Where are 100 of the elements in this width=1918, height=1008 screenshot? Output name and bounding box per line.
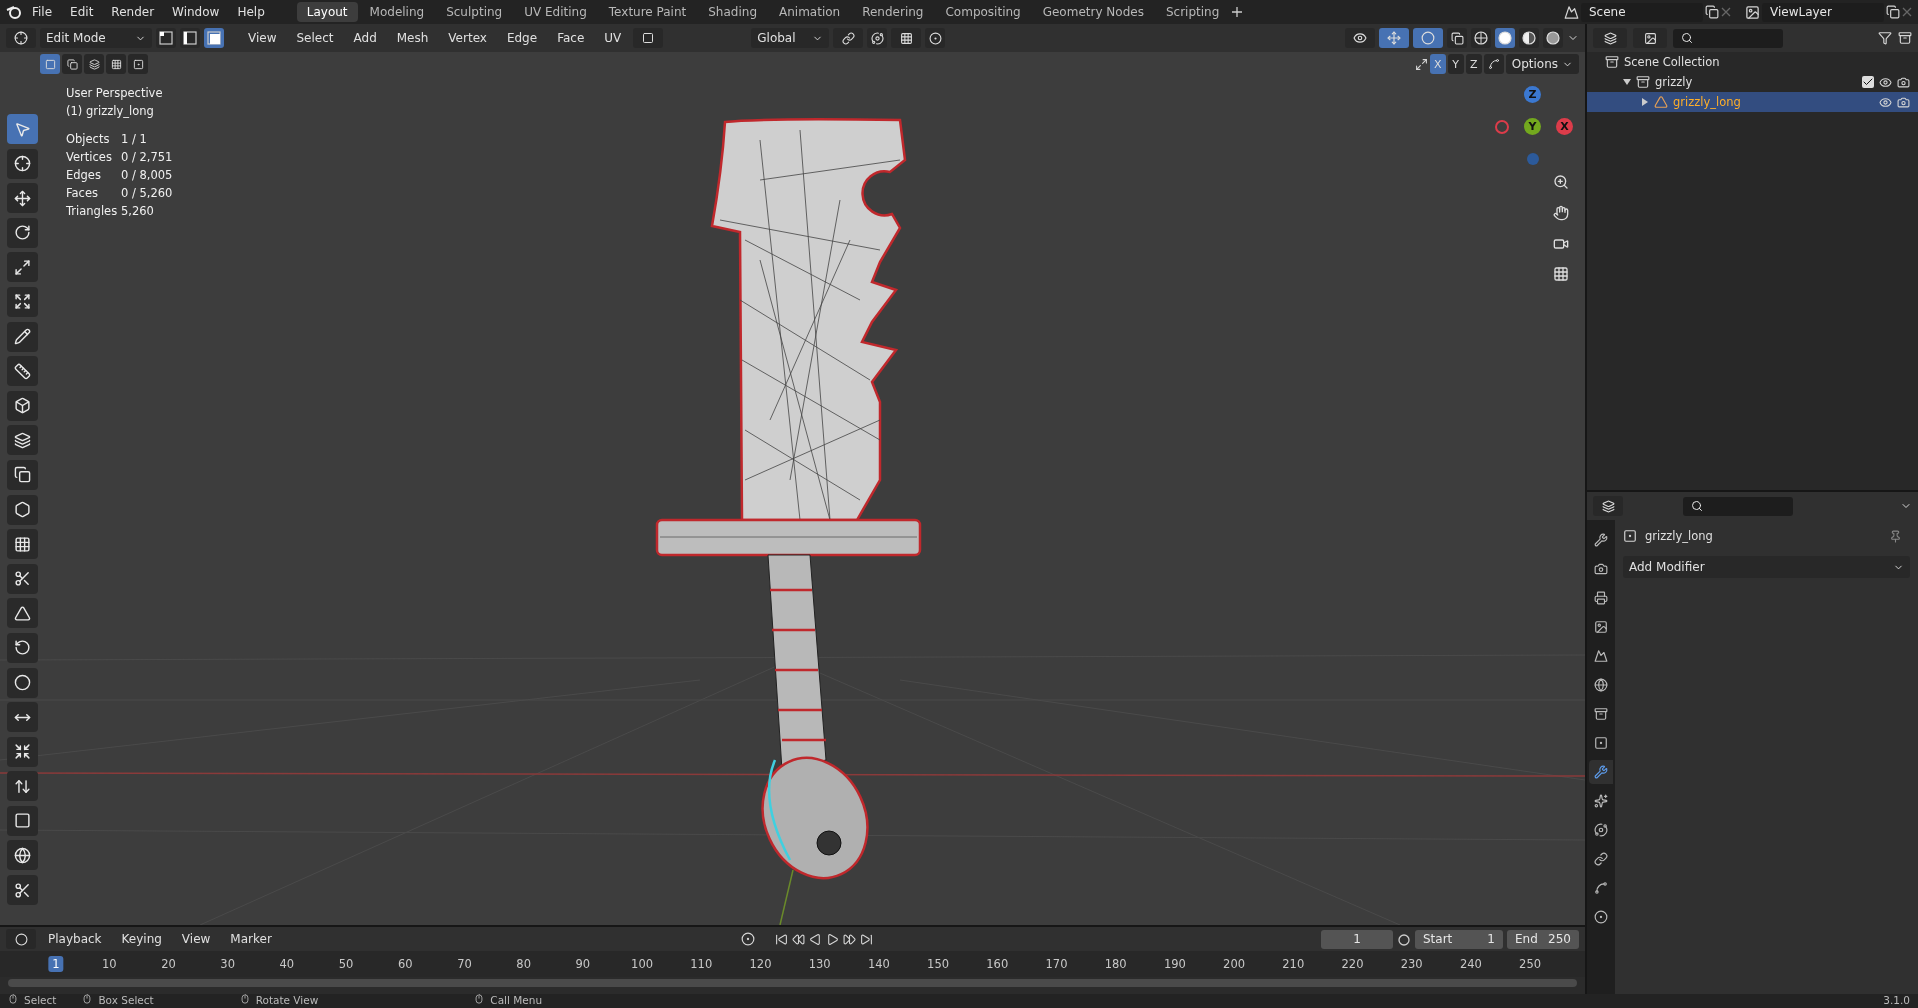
outliner-row[interactable]: Scene Collection [1587, 52, 1918, 72]
workspace-tab[interactable]: Layout [296, 2, 358, 22]
camera-icon[interactable] [1897, 75, 1910, 89]
mode-dropdown[interactable]: Edit Mode [40, 28, 152, 48]
menu-item[interactable]: Edit [62, 3, 102, 21]
editor-type-button[interactable] [6, 28, 36, 48]
timeline-scrollbar[interactable] [8, 979, 1577, 987]
menu-item[interactable]: Window [164, 3, 228, 21]
menu-item[interactable]: UV [596, 29, 630, 47]
editor-type-button[interactable] [1593, 28, 1627, 48]
select-mode-button[interactable] [204, 28, 224, 48]
gizmo-axis[interactable]: Y [1524, 118, 1541, 135]
tool-button[interactable] [7, 598, 38, 629]
proportional-button[interactable] [925, 28, 946, 48]
menu-item[interactable]: Marker [222, 930, 280, 948]
tool-button[interactable] [7, 425, 38, 456]
menu-item[interactable]: View [240, 29, 285, 47]
menu-item[interactable]: Edge [498, 29, 546, 47]
workspace-tab[interactable]: Rendering [852, 2, 934, 22]
menu-item[interactable]: Add [345, 29, 385, 47]
menu-item[interactable]: View [173, 930, 219, 948]
options-dropdown[interactable]: Options [1505, 54, 1579, 74]
workspace-tab[interactable]: Sculpting [436, 2, 513, 22]
gizmo-negative-axis-icon[interactable] [1495, 120, 1509, 134]
tool-button[interactable] [7, 840, 38, 871]
box-select-mode-button[interactable] [106, 54, 126, 74]
pin-icon[interactable] [1889, 529, 1902, 543]
view-layer-field[interactable]: ViewLayer [1762, 2, 1884, 22]
menu-item[interactable]: Face [549, 29, 593, 47]
select-mode-button[interactable] [180, 28, 200, 48]
snap-target-button[interactable] [891, 28, 922, 48]
tool-button[interactable] [7, 875, 38, 906]
snap-button[interactable] [867, 28, 888, 48]
tool-button[interactable] [7, 771, 38, 802]
tool-button[interactable] [7, 356, 38, 387]
close-icon[interactable] [1721, 7, 1731, 17]
tool-button[interactable] [7, 702, 38, 733]
tool-button[interactable] [7, 252, 38, 283]
menu-item[interactable]: Playback [40, 930, 110, 948]
workspace-tab[interactable]: UV Editing [514, 2, 597, 22]
rewind-icon[interactable] [792, 932, 805, 946]
tool-button[interactable] [7, 667, 38, 698]
new-collection-icon[interactable] [1898, 31, 1912, 45]
workspace-tab[interactable]: Texture Paint [598, 2, 697, 22]
properties-tab[interactable] [1589, 760, 1613, 784]
eye-icon[interactable] [1879, 75, 1892, 89]
outliner-row[interactable]: grizzly_long [1587, 92, 1918, 112]
copy-icon[interactable] [1886, 5, 1900, 19]
shading-button[interactable] [1519, 28, 1539, 48]
scene-field[interactable]: Scene [1581, 2, 1703, 22]
editor-type-button[interactable] [1593, 496, 1623, 516]
menu-item[interactable]: Select [288, 29, 342, 47]
box-select-mode-button[interactable] [128, 54, 148, 74]
menu-item[interactable]: File [24, 3, 61, 21]
workspace-tab[interactable]: Compositing [935, 2, 1031, 22]
pivot-button[interactable] [833, 28, 864, 48]
mirror-axis-toggle[interactable]: Y [1447, 54, 1464, 74]
menu-item[interactable]: Vertex [440, 29, 495, 47]
tool-button[interactable] [7, 805, 38, 836]
stopwatch-icon[interactable] [1397, 932, 1411, 946]
workspace-tab[interactable]: Modeling [359, 2, 435, 22]
image-icon[interactable] [1745, 4, 1760, 20]
tool-button[interactable] [7, 494, 38, 525]
menu-item[interactable]: Help [229, 3, 273, 21]
tool-button[interactable] [7, 390, 38, 421]
shading-button[interactable] [1471, 28, 1491, 48]
gizmo-axis[interactable]: Z [1524, 86, 1541, 103]
copy-icon[interactable] [1705, 5, 1719, 19]
jump-end-icon[interactable] [860, 932, 873, 946]
end-frame-field[interactable]: End 250 [1507, 929, 1579, 949]
gizmo-axis[interactable]: X [1556, 118, 1573, 135]
play-icon[interactable] [826, 932, 839, 946]
editor-type-button[interactable] [6, 929, 36, 949]
auto-merge-button[interactable] [1483, 54, 1504, 74]
tool-button[interactable] [7, 321, 38, 352]
plus-icon[interactable] [1231, 6, 1244, 18]
menu-item[interactable]: Render [103, 3, 163, 21]
tool-button[interactable] [7, 183, 38, 214]
search-field[interactable] [1673, 28, 1783, 48]
scene-icon[interactable] [1564, 4, 1579, 20]
workspace-tab[interactable]: Animation [769, 2, 851, 22]
jump-start-icon[interactable] [775, 932, 788, 946]
workspace-tab[interactable]: Scripting [1155, 2, 1230, 22]
current-frame-field[interactable]: 1 [1321, 929, 1393, 949]
shading-button[interactable] [1543, 28, 1563, 48]
tool-button[interactable] [7, 529, 38, 560]
mirror-axis-toggle[interactable]: X [1429, 54, 1446, 74]
fast-forward-icon[interactable] [843, 932, 856, 946]
select-mode-button[interactable] [156, 28, 176, 48]
tool-button[interactable] [7, 563, 38, 594]
overlay-button[interactable] [1413, 28, 1443, 48]
checkbox-icon[interactable] [1862, 76, 1874, 88]
outliner-row[interactable]: grizzly [1587, 72, 1918, 92]
visibility-button[interactable] [1345, 28, 1375, 48]
search-field[interactable] [1683, 496, 1793, 516]
orientation-dropdown[interactable]: Global [751, 28, 830, 48]
uv-dropdown[interactable] [633, 28, 664, 48]
workspace-tab[interactable]: Shading [698, 2, 767, 22]
close-icon[interactable] [1902, 7, 1912, 17]
tool-button[interactable] [7, 459, 38, 490]
